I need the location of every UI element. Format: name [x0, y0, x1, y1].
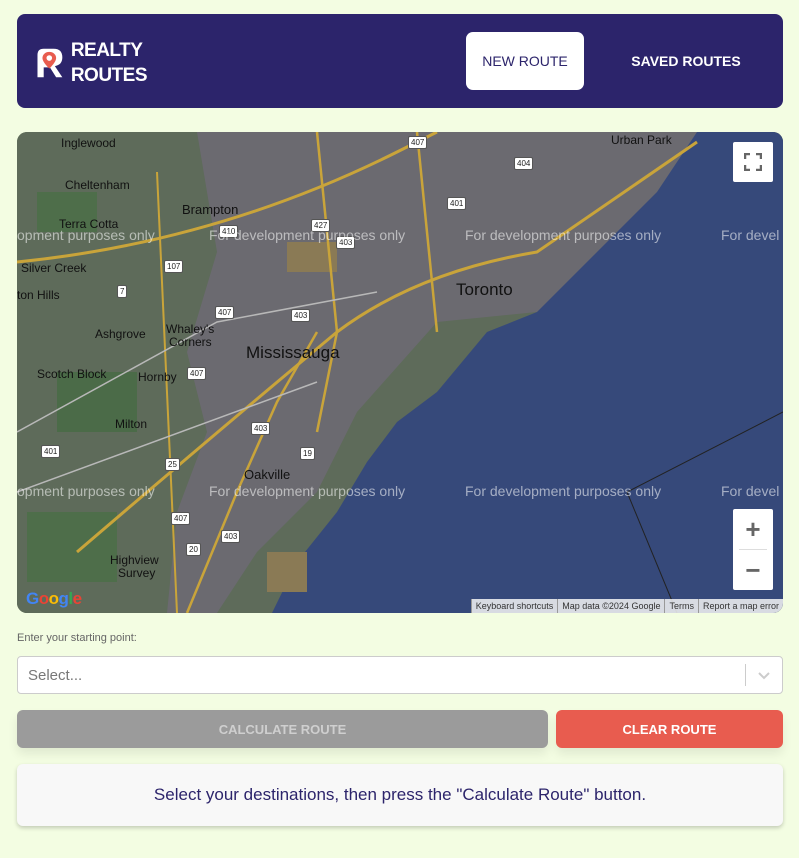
- map-label-urban-park: Urban Park: [611, 133, 672, 147]
- app-header: REALTY ROUTES NEW ROUTE SAVED ROUTES: [17, 14, 783, 108]
- highway-shield: 403: [251, 422, 271, 435]
- map-watermark: For development purposes only: [209, 227, 406, 243]
- map-label-cheltenham: Cheltenham: [65, 178, 130, 192]
- calculate-route-button[interactable]: CALCULATE ROUTE: [17, 710, 548, 748]
- map-label-corners: Corners: [169, 335, 212, 349]
- nav-saved-routes-button[interactable]: SAVED ROUTES: [617, 32, 755, 90]
- map-watermark: opment purposes only: [17, 483, 155, 499]
- map-label-survey: Survey: [118, 566, 156, 580]
- highway-shield: 7: [117, 285, 128, 298]
- highway-shield: 407: [408, 136, 428, 149]
- select-dropdown-toggle[interactable]: [746, 670, 782, 680]
- logo-line-2: ROUTES: [70, 65, 148, 86]
- zoom-out-button[interactable]: −: [733, 550, 773, 590]
- map-attribution: Keyboard shortcuts Map data ©2024 Google…: [470, 599, 783, 613]
- chevron-down-icon: [758, 672, 770, 680]
- select-placeholder: Select...: [28, 666, 83, 684]
- map-canvas: [17, 132, 783, 613]
- logo-pin-icon: [37, 48, 63, 78]
- highway-shield: 107: [164, 260, 184, 273]
- realty-routes-logo[interactable]: REALTY ROUTES: [35, 35, 148, 91]
- map-label-toronto: Toronto: [456, 280, 513, 299]
- highway-shield: 407: [171, 512, 191, 525]
- map-label-scotch-block: Scotch Block: [37, 367, 107, 381]
- map-watermark: For development purposes only: [465, 227, 662, 243]
- map-watermark: For devel: [721, 483, 780, 499]
- map-watermark: For development purposes only: [209, 483, 406, 499]
- highway-shield: 401: [41, 445, 61, 458]
- map-label-whaleys: Whaley's: [166, 322, 215, 336]
- logo-text: REALTY ROUTES: [70, 38, 148, 88]
- highway-shield: 20: [186, 543, 201, 556]
- highway-shield: 403: [291, 309, 311, 322]
- fullscreen-icon: [744, 153, 762, 171]
- highway-shield: 19: [300, 447, 315, 460]
- logo-line-1: REALTY: [70, 40, 143, 61]
- map-watermark: For devel: [721, 227, 780, 243]
- clear-route-button[interactable]: CLEAR ROUTE: [556, 710, 783, 748]
- highway-shield: 403: [221, 530, 241, 543]
- map-label-hornby: Hornby: [138, 370, 177, 384]
- map-watermark: For development purposes only: [465, 483, 662, 499]
- map-label-oakville: Oakville: [244, 467, 291, 482]
- keyboard-shortcuts-link[interactable]: Keyboard shortcuts: [470, 599, 558, 613]
- map-watermark: opment purposes only: [17, 227, 155, 243]
- map-label-ton-hills: ton Hills: [17, 288, 60, 302]
- map-label-inglewood: Inglewood: [61, 136, 116, 150]
- map-label-brampton: Brampton: [182, 202, 239, 217]
- zoom-in-button[interactable]: +: [733, 509, 773, 549]
- instructions-message: Select your destinations, then press the…: [17, 764, 783, 826]
- map-data-text: Map data ©2024 Google: [557, 599, 664, 613]
- fullscreen-button[interactable]: [733, 142, 773, 182]
- route-map[interactable]: Inglewood Cheltenham Brampton Terra Cott…: [17, 132, 783, 613]
- report-map-error-link[interactable]: Report a map error: [697, 599, 783, 613]
- starting-point-label: Enter your starting point:: [17, 632, 137, 644]
- google-logo[interactable]: Google: [26, 589, 82, 609]
- highway-shield: 401: [447, 197, 467, 210]
- map-label-highview: Highview: [110, 553, 159, 567]
- highway-shield: 25: [165, 458, 180, 471]
- map-label-mississauga: Mississauga: [246, 343, 340, 362]
- map-label-silver-creek: Silver Creek: [21, 261, 87, 275]
- highway-shield: 407: [187, 367, 207, 380]
- highway-shield: 407: [215, 306, 235, 319]
- nav-new-route-button[interactable]: NEW ROUTE: [466, 32, 584, 90]
- starting-point-select[interactable]: Select...: [17, 656, 783, 694]
- map-label-milton: Milton: [115, 417, 148, 431]
- zoom-control: + −: [733, 509, 773, 590]
- terms-link[interactable]: Terms: [664, 599, 698, 613]
- highway-shield: 404: [514, 157, 534, 170]
- map-label-ashgrove: Ashgrove: [95, 327, 146, 341]
